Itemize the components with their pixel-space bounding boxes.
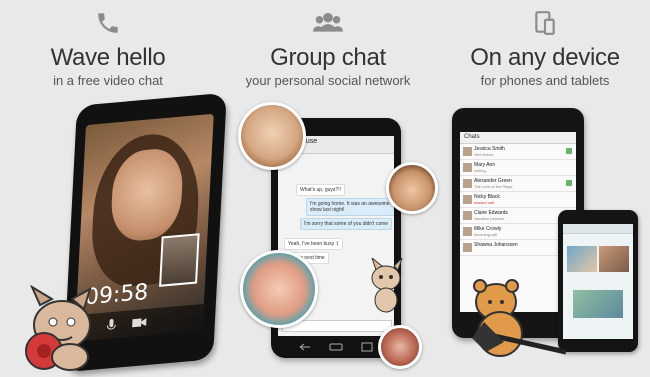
panel-subtitle: your personal social network	[245, 73, 411, 88]
chat-message: What's up, guys?!!	[296, 184, 345, 196]
chat-list-item[interactable]: Jessica Smith Wet ribbon	[460, 144, 576, 160]
group-icon	[313, 12, 343, 32]
promo-banner: Wave hello in a free video chat 09:58 Gr…	[0, 0, 650, 377]
panel-title: Wave hello	[50, 44, 166, 71]
phone-chat-header	[563, 224, 633, 234]
friend-avatar[interactable]	[386, 162, 438, 214]
chat-message: I'm going home. It was an awesome show l…	[306, 198, 394, 216]
friend-avatar[interactable]	[238, 102, 306, 170]
friend-avatar[interactable]	[240, 250, 318, 328]
chat-status: The Lord of the Rings	[474, 184, 513, 189]
panel-subtitle: in a free video chat	[53, 73, 163, 88]
chat-list-item[interactable]: Alexander Green The Lord of the Rings	[460, 176, 576, 192]
android-nav-bar	[299, 342, 373, 352]
chat-status: writing...	[474, 168, 489, 173]
chat-status: missed call	[474, 200, 494, 205]
chat-message: Yeah, I've been busy :(	[284, 238, 343, 250]
panel-wave-hello: Wave hello in a free video chat 09:58	[0, 0, 227, 377]
chat-status: Wet ribbon	[474, 152, 494, 157]
chat-message: I'm sorry that some of you didn't come	[300, 218, 393, 230]
panel-title: On any device	[470, 44, 620, 71]
friend-avatar[interactable]	[378, 325, 422, 369]
video-camera-icon[interactable]	[131, 316, 148, 329]
devices-icon	[535, 11, 555, 35]
chats-header: Chats	[460, 132, 576, 144]
cat-sticker-icon	[371, 258, 403, 313]
panel-group-chat: Group chat your personal social network …	[216, 0, 440, 377]
cat-sticker-icon	[25, 285, 92, 371]
unread-badge	[566, 148, 572, 154]
shared-photo	[599, 246, 629, 272]
chat-name: Shawna Johanssen	[474, 242, 518, 248]
panel-subtitle: for phones and tablets	[480, 73, 610, 88]
shared-photo	[567, 246, 597, 272]
microphone-icon[interactable]	[105, 318, 118, 333]
panel-any-device: On any device for phones and tablets Cha…	[440, 0, 650, 377]
bear-guitar-sticker-icon	[472, 279, 567, 357]
shared-photo	[573, 290, 623, 318]
chat-list-item[interactable]: Nicky Black missed call	[460, 192, 576, 208]
self-view-thumbnail	[159, 233, 200, 287]
unread-badge	[566, 180, 572, 186]
chats-title: Chats	[464, 134, 480, 140]
chat-list-item[interactable]: Mary Ann writing...	[460, 160, 576, 176]
phone-icon	[98, 13, 118, 33]
panel-title: Group chat	[270, 44, 386, 71]
